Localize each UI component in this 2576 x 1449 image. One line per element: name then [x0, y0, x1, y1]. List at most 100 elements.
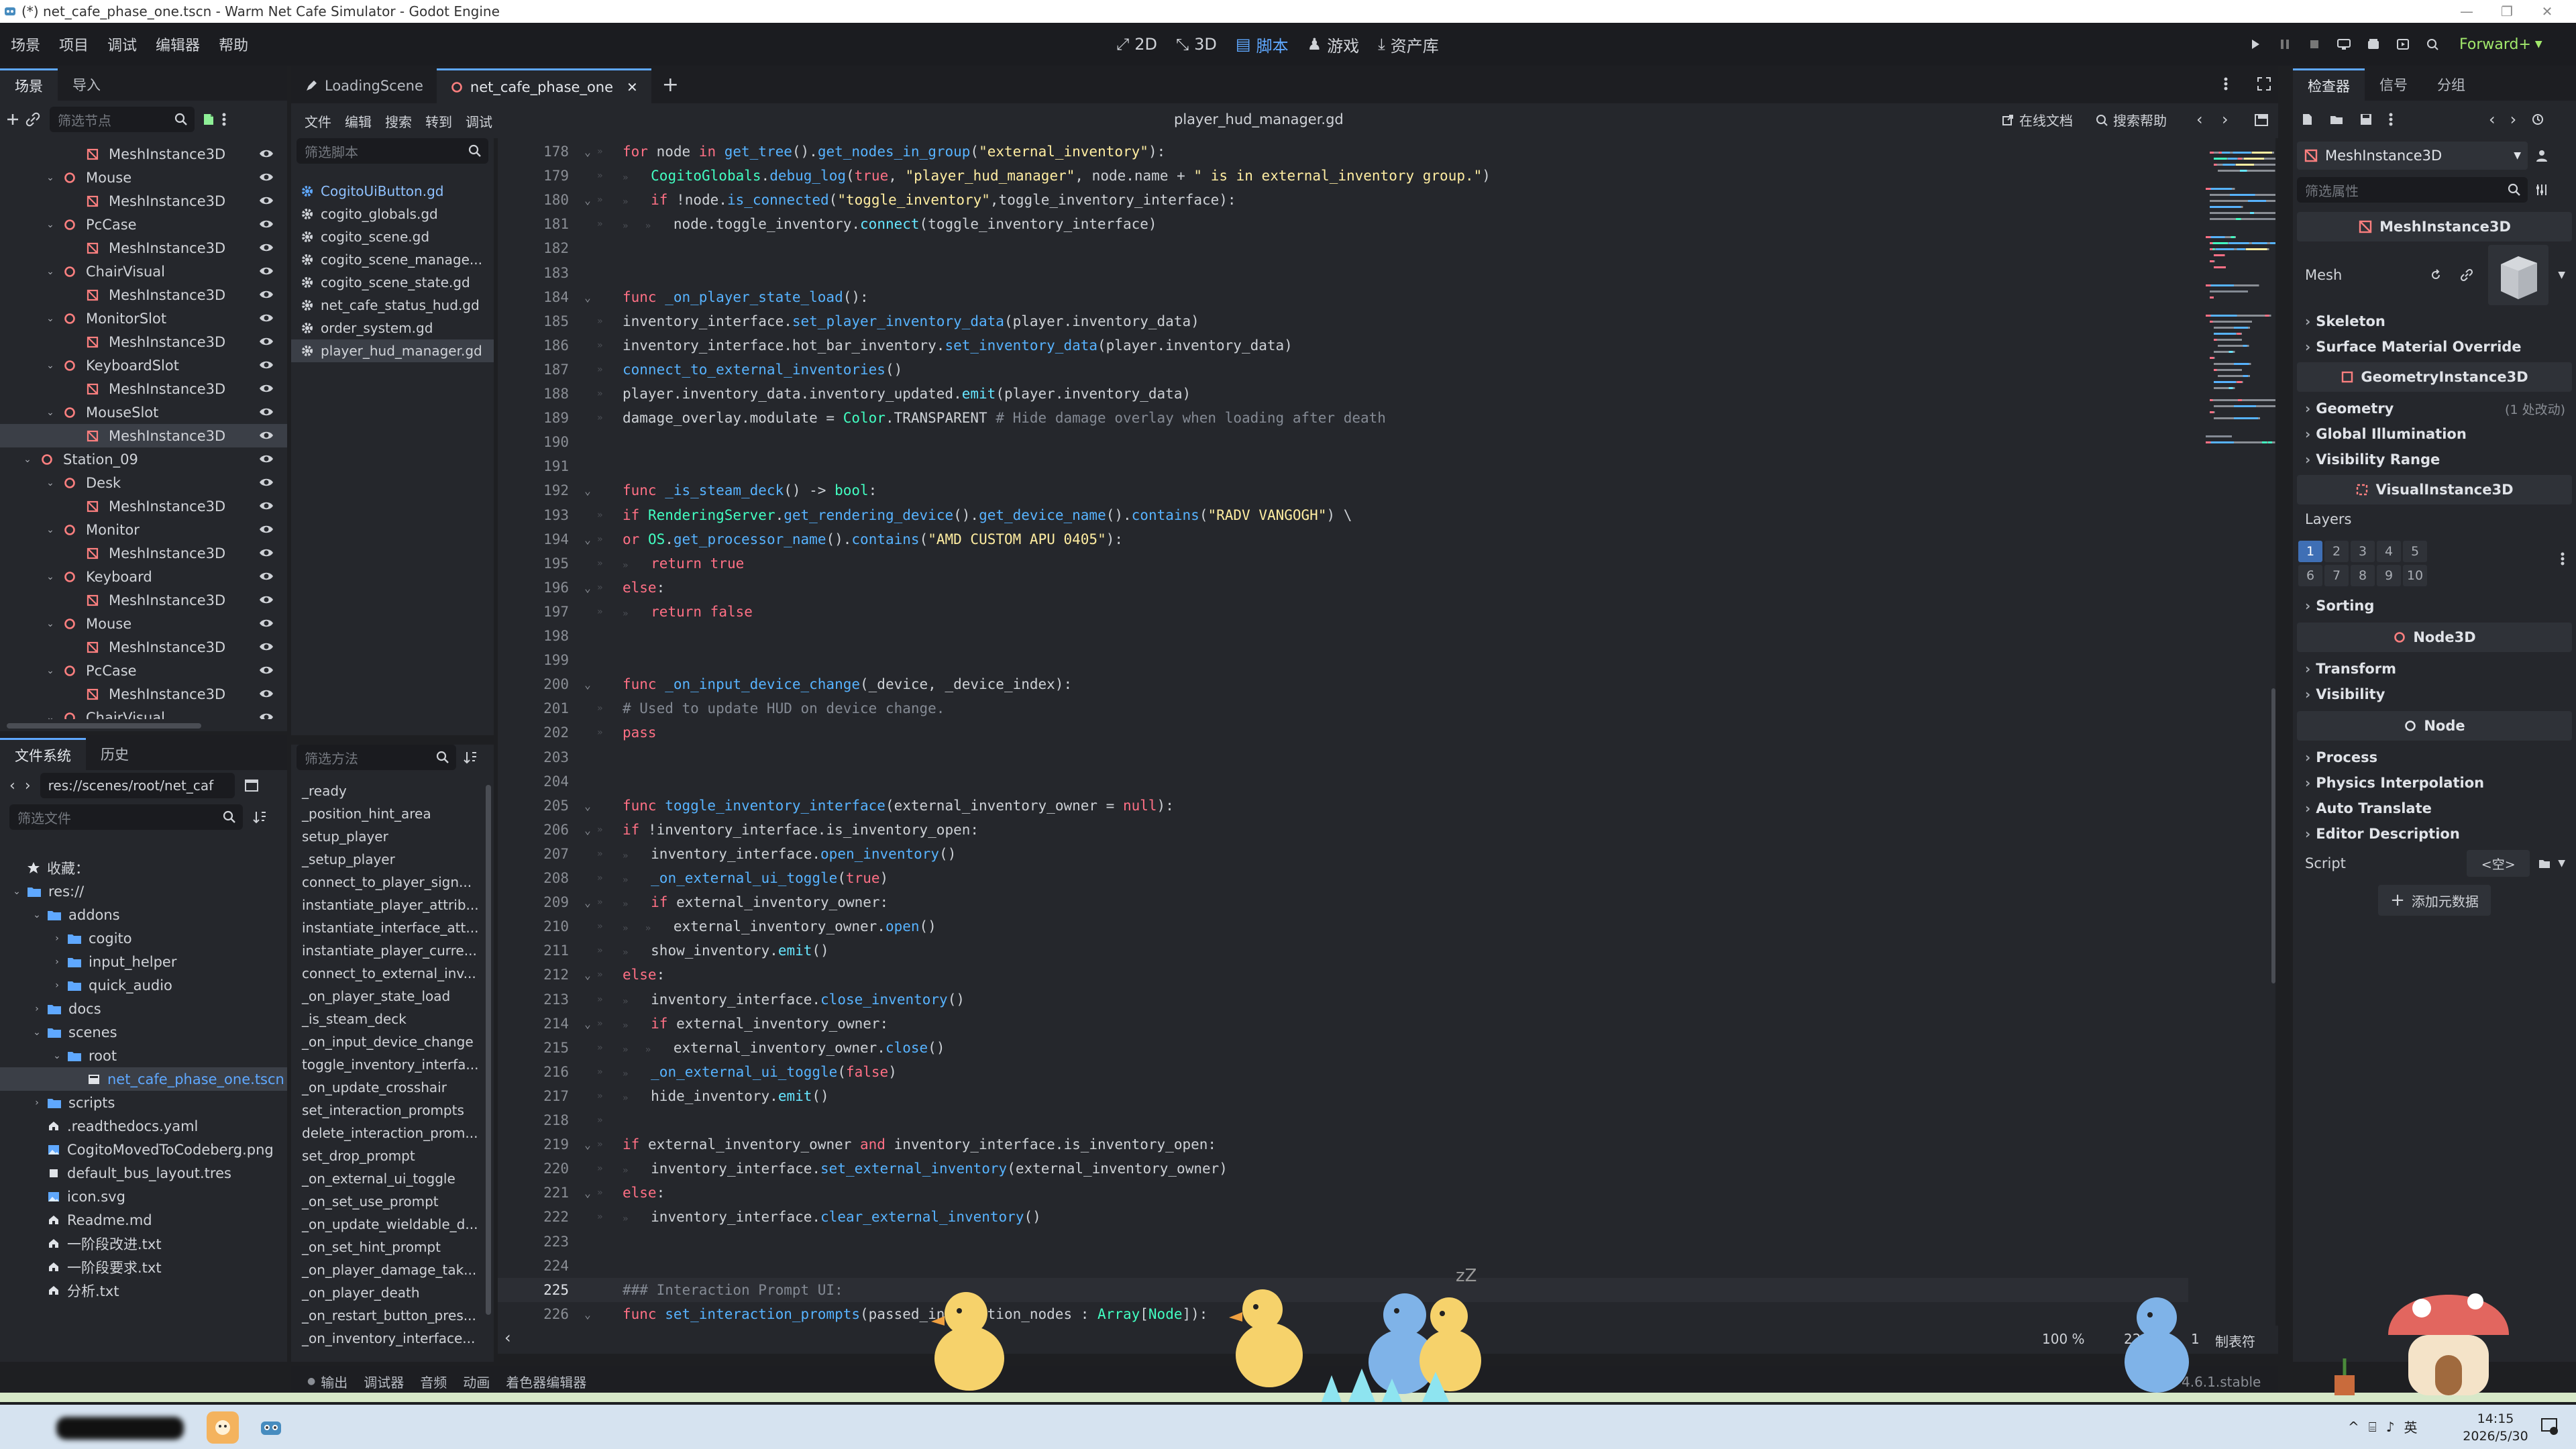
fold-open-chevron-icon[interactable]: ⌄: [31, 1026, 43, 1038]
close-window-button[interactable]: ✕: [2532, 0, 2563, 23]
fs-item-docs[interactable]: › docs: [0, 997, 287, 1020]
make-unique-icon[interactable]: [2460, 268, 2473, 282]
code-line[interactable]: 186 » inventory_interface.hot_bar_inventor…: [498, 333, 2188, 358]
inspector-section-editor-description[interactable]: › Editor Description: [2297, 821, 2572, 847]
scene-node-meshinstance3d[interactable]: MeshInstance3D: [0, 494, 287, 518]
layer-toggle-2[interactable]: 2: [2324, 541, 2349, 562]
add-tab-icon[interactable]: +: [651, 73, 690, 97]
scene-node-mouse[interactable]: ⌄ Mouse: [0, 612, 287, 635]
play-scene-icon[interactable]: [2388, 23, 2418, 66]
fold-line-icon[interactable]: ⌄: [578, 824, 597, 837]
visibility-eye-icon[interactable]: [259, 711, 274, 719]
visibility-eye-icon[interactable]: [259, 523, 274, 535]
layer-toggle-5[interactable]: 5: [2403, 541, 2427, 562]
inspector-section-transform[interactable]: › Transform: [2297, 656, 2572, 682]
script-item-net-cafe-status-hud-gd[interactable]: net_cafe_status_hud.gd: [291, 294, 494, 317]
play-icon[interactable]: [2241, 23, 2270, 66]
scene-node-meshinstance3d[interactable]: MeshInstance3D: [0, 682, 287, 706]
code-line[interactable]: 187 » connect_to_external_inventories(): [498, 358, 2188, 382]
method-filter-input[interactable]: 筛选方法: [297, 745, 456, 770]
workspace-2d[interactable]: ⤢ 2D: [1107, 23, 1167, 66]
method-item[interactable]: set_interaction_prompts: [291, 1099, 494, 1122]
code-line[interactable]: 204»: [498, 769, 2188, 794]
notification-icon[interactable]: [2540, 1417, 2560, 1436]
scene-node-chairvisual[interactable]: ⌄ ChairVisual: [0, 706, 287, 719]
scene-node-desk[interactable]: ⌄ Desk: [0, 471, 287, 494]
property-settings-icon[interactable]: [2534, 182, 2549, 197]
code-line[interactable]: 210»» » external_inventory_owner.open(): [498, 914, 2188, 938]
object-history-icon[interactable]: [2531, 113, 2544, 126]
script-item-cogito-scene-manage[interactable]: cogito_scene_manage...: [291, 248, 494, 271]
fold-line-icon[interactable]: ⌄: [578, 1187, 597, 1199]
distraction-free-icon[interactable]: [2257, 76, 2271, 91]
script-menu-1[interactable]: 编辑: [338, 111, 378, 131]
code-scrollbar[interactable]: [2271, 688, 2275, 983]
code-line[interactable]: 213»» inventory_interface.close_inventor…: [498, 987, 2188, 1012]
method-item[interactable]: setup_player: [291, 825, 494, 848]
visibility-eye-icon[interactable]: [259, 148, 274, 160]
open-resource-icon[interactable]: [2329, 112, 2344, 127]
sort-icon[interactable]: [252, 810, 267, 824]
fold-line-icon[interactable]: ⌄: [578, 533, 597, 546]
save-resource-icon[interactable]: [2359, 112, 2373, 127]
method-item[interactable]: _on_update_crosshair: [291, 1076, 494, 1099]
revert-icon[interactable]: [2429, 268, 2443, 282]
inspector-section-physics-interpolation[interactable]: › Physics Interpolation: [2297, 770, 2572, 796]
doc-tab-loadingscene[interactable]: LoadingScene: [291, 68, 437, 103]
script-item-cogitouibutton-gd[interactable]: CogitoUiButton.gd: [291, 180, 494, 203]
script-item-player-hud-manager-gd[interactable]: player_hud_manager.gd: [291, 339, 494, 362]
fold-closed-chevron-icon[interactable]: ›: [31, 1097, 43, 1109]
renderer-select[interactable]: Forward+: [2459, 36, 2531, 53]
scene-node-meshinstance3d[interactable]: MeshInstance3D: [0, 377, 287, 400]
workspace-3d[interactable]: ⤡ 3D: [1167, 23, 1226, 66]
fs-item-item[interactable]: 收藏：: [0, 856, 287, 879]
layer-toggle-8[interactable]: 8: [2351, 565, 2375, 586]
add-node-icon[interactable]: [5, 112, 20, 127]
fold-chevron-icon[interactable]: ⌄: [44, 407, 56, 419]
method-item[interactable]: _on_set_hint_prompt: [291, 1236, 494, 1258]
taskbar-godot-icon[interactable]: [255, 1411, 287, 1444]
visibility-eye-icon[interactable]: [259, 406, 274, 418]
fold-chevron-icon[interactable]: ⌄: [44, 712, 56, 720]
layers-menu-icon[interactable]: [2560, 551, 2565, 566]
code-line[interactable]: 184⌄»func _on_player_state_load():: [498, 285, 2188, 309]
fs-item-res[interactable]: ⌄ res://: [0, 879, 287, 903]
code-line[interactable]: 209 ⌄»» if external_inventory_owner:: [498, 890, 2188, 914]
fold-chevron-icon[interactable]: ⌄: [44, 266, 56, 278]
fold-line-icon[interactable]: ⌄: [578, 1138, 597, 1151]
code-line[interactable]: 203»: [498, 745, 2188, 769]
fold-chevron-icon[interactable]: ⌄: [44, 219, 56, 231]
fold-line-icon[interactable]: ⌄: [578, 291, 597, 304]
script-menu-2[interactable]: 搜索: [378, 111, 419, 131]
layer-toggle-7[interactable]: 7: [2324, 565, 2349, 586]
scene-node-chairvisual[interactable]: ⌄ ChairVisual: [0, 260, 287, 283]
tab-sceneTabs-1[interactable]: 导入: [58, 68, 115, 101]
fold-closed-chevron-icon[interactable]: ›: [31, 1003, 43, 1015]
method-item[interactable]: _ready: [291, 780, 494, 802]
fold-chevron-icon[interactable]: ⌄: [44, 313, 56, 325]
code-line[interactable]: 218 »: [498, 1108, 2188, 1132]
method-item[interactable]: instantiate_player_curre...: [291, 939, 494, 962]
method-item[interactable]: _setup_player: [291, 848, 494, 871]
ime-indicator[interactable]: 英: [2404, 1417, 2418, 1436]
mesh-preview[interactable]: [2488, 245, 2549, 305]
class-header-visualinstance3d[interactable]: VisualInstance3D: [2297, 475, 2572, 504]
fold-line-icon[interactable]: ⌄: [578, 146, 597, 158]
attach-script-icon[interactable]: [200, 111, 216, 127]
scene-node-meshinstance3d[interactable]: MeshInstance3D: [0, 142, 287, 166]
method-item[interactable]: connect_to_external_inv...: [291, 962, 494, 985]
volume-icon[interactable]: ♪: [2386, 1419, 2395, 1435]
class-header-node3d[interactable]: Node3D: [2297, 623, 2572, 652]
tab-fsTabs-0[interactable]: 文件系统: [0, 738, 86, 770]
workspace-asset-lib[interactable]: ⤓ 资产库: [1368, 23, 1448, 66]
visibility-eye-icon[interactable]: [259, 547, 274, 559]
fs-item-root[interactable]: ⌄ root: [0, 1044, 287, 1067]
scene-node-meshinstance3d[interactable]: MeshInstance3D: [0, 189, 287, 213]
inspector-section-sorting[interactable]: › Sorting: [2297, 593, 2572, 619]
inspector-section-visibility-range[interactable]: › Visibility Range: [2297, 447, 2572, 472]
visibility-eye-icon[interactable]: [259, 688, 274, 700]
code-line[interactable]: 205⌄»func toggle_inventory_interface(ext…: [498, 794, 2188, 818]
inspector-section-visibility[interactable]: › Visibility: [2297, 682, 2572, 707]
instantiate-scene-icon[interactable]: [25, 112, 40, 127]
code-line[interactable]: 193 » if RenderingServer.get_rendering_dev…: [498, 503, 2188, 527]
